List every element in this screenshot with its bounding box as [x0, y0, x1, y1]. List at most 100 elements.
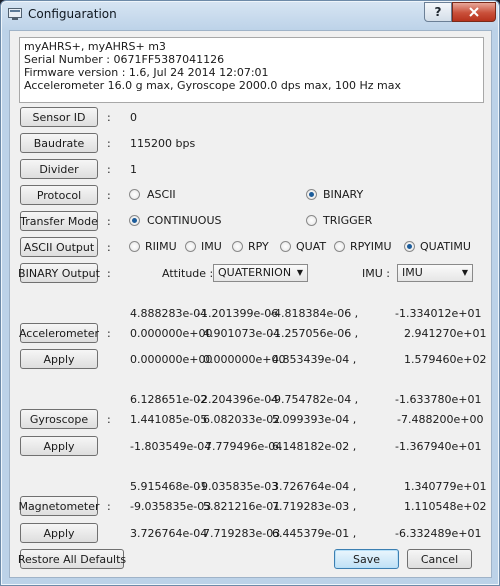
ascii-rpy-label: RPY: [248, 240, 269, 253]
mag-m11: 5.821216e-01: [203, 500, 281, 513]
colon: :: [107, 413, 111, 426]
mag-m01: -9.035835e-03: [197, 480, 279, 493]
sensor-id-value: 0: [130, 111, 137, 124]
ascii-quatimu-label: QUATIMU: [420, 240, 471, 253]
colon: :: [107, 327, 111, 340]
baudrate-button[interactable]: Baudrate: [20, 133, 98, 153]
colon: :: [107, 137, 111, 150]
device-info-box: myAHRS+, myAHRS+ m3 Serial Number : 0671…: [19, 37, 484, 103]
accel-m01: -1.201399e-06: [197, 307, 279, 320]
colon: :: [107, 500, 111, 513]
config-window: Configuaration ? myAHRS+, myAHRS+ m3 Ser…: [0, 0, 500, 586]
sensor-id-button[interactable]: Sensor ID: [20, 107, 98, 127]
transfer-continuous-label: CONTINUOUS: [147, 214, 222, 227]
accel-m20: 0.000000e+00: [130, 353, 213, 366]
accel-m02: -4.818384e-06 ,: [270, 307, 359, 320]
info-model: myAHRS+, myAHRS+ m3: [24, 40, 166, 53]
title-bar[interactable]: Configuaration ?: [1, 1, 499, 27]
close-icon: [469, 7, 479, 17]
ascii-quat-radio[interactable]: [280, 241, 291, 252]
attitude-select-value: QUATERNION: [218, 266, 292, 279]
mag-m02: 3.726764e-04 ,: [272, 480, 357, 493]
gyro-m00: 6.128651e-02: [130, 393, 208, 406]
binary-output-button[interactable]: BINARY Output: [18, 263, 100, 283]
baudrate-value: 115200 bps: [130, 137, 196, 150]
colon: :: [107, 267, 111, 280]
accel-m22: 4.853439e-04 ,: [272, 353, 357, 366]
mag-m22: 6.445379e-01 ,: [272, 527, 357, 540]
accel-b2: 1.579460e+02: [404, 353, 487, 366]
gyroscope-apply-button[interactable]: Apply: [20, 436, 98, 456]
gyro-m11: 6.082033e-02: [203, 413, 281, 426]
ascii-imu-label: IMU: [201, 240, 222, 253]
app-window-icon: [8, 8, 22, 20]
magnetometer-apply-button[interactable]: Apply: [20, 523, 98, 543]
mag-m10: -9.035835e-03: [130, 500, 212, 513]
divider-button[interactable]: Divider: [20, 159, 98, 179]
divider-value: 1: [130, 163, 137, 176]
accel-m10: 0.000000e+00: [130, 327, 213, 340]
transfer-trigger-label: TRIGGER: [323, 214, 373, 227]
ascii-riimu-radio[interactable]: [129, 241, 140, 252]
colon: :: [107, 111, 111, 124]
attitude-label: Attitude :: [162, 267, 214, 280]
ascii-rpyimu-radio[interactable]: [334, 241, 345, 252]
info-sensor-spec: Accelerometer 16.0 g max, Gyroscope 2000…: [24, 79, 401, 92]
chevron-down-icon: ▼: [461, 268, 468, 277]
accel-m11: 4.901073e-04: [203, 327, 281, 340]
restore-defaults-button[interactable]: Restore All Defaults: [18, 549, 126, 569]
protocol-ascii-label: ASCII: [147, 188, 176, 201]
gyro-m21: 7.779496e-04: [205, 440, 283, 453]
mag-m00: 5.915468e-01: [130, 480, 208, 493]
ascii-imu-radio[interactable]: [185, 241, 196, 252]
gyro-m20: -1.803549e-04: [130, 440, 212, 453]
info-serial: Serial Number : 0671FF5387041126: [24, 53, 225, 66]
transfer-mode-button[interactable]: Transfer Mode: [20, 211, 98, 231]
help-button[interactable]: ?: [424, 2, 452, 22]
mag-b0: 1.340779e+01: [404, 480, 487, 493]
ascii-output-button[interactable]: ASCII Output: [20, 237, 98, 257]
transfer-trigger-radio[interactable]: [306, 215, 317, 226]
protocol-ascii-radio[interactable]: [129, 189, 140, 200]
ascii-riimu-label: RIIMU: [145, 240, 177, 253]
mag-m12: 7.719283e-03 ,: [272, 500, 357, 513]
colon: :: [107, 163, 111, 176]
accel-m00: 4.888283e-04: [130, 307, 208, 320]
gyroscope-button[interactable]: Gyroscope: [20, 409, 98, 429]
window-title: Configuaration: [28, 7, 117, 21]
ascii-rpyimu-label: RPYIMU: [350, 240, 392, 253]
dialog-body: myAHRS+, myAHRS+ m3 Serial Number : 0671…: [9, 30, 492, 578]
gyro-b1: -7.488200e+00: [397, 413, 484, 426]
attitude-select[interactable]: QUATERNION ▼: [213, 264, 308, 282]
accel-b1: 2.941270e+01: [404, 327, 487, 340]
cancel-button[interactable]: Cancel: [407, 549, 472, 569]
imu-select[interactable]: IMU ▼: [397, 264, 473, 282]
save-button[interactable]: Save: [334, 549, 399, 569]
gyro-b2: -1.367940e+01: [395, 440, 482, 453]
accel-m12: -1.257056e-06 ,: [270, 327, 359, 340]
protocol-binary-radio[interactable]: [306, 189, 317, 200]
colon: :: [107, 215, 111, 228]
ascii-rpy-radio[interactable]: [232, 241, 243, 252]
mag-m21: 7.719283e-03: [203, 527, 281, 540]
accel-b0: -1.334012e+01: [395, 307, 482, 320]
ascii-quatimu-radio[interactable]: [404, 241, 415, 252]
close-button[interactable]: [452, 2, 496, 22]
mag-m20: 3.726764e-04: [130, 527, 208, 540]
info-firmware: Firmware version : 1.6, Jul 24 2014 12:0…: [24, 66, 269, 79]
colon: :: [107, 189, 111, 202]
mag-b2: -6.332489e+01: [395, 527, 482, 540]
protocol-binary-label: BINARY: [323, 188, 364, 201]
imu-label: IMU :: [362, 267, 390, 280]
magnetometer-button[interactable]: Magnetometer: [18, 496, 100, 516]
transfer-continuous-radio[interactable]: [129, 215, 140, 226]
gyro-m22: 6.148182e-02 ,: [272, 440, 357, 453]
gyro-m01: -2.204396e-04: [197, 393, 279, 406]
ascii-quat-label: QUAT: [296, 240, 327, 253]
protocol-button[interactable]: Protocol: [20, 185, 98, 205]
accelerometer-button[interactable]: Accelerometer: [19, 323, 99, 343]
gyro-b0: -1.633780e+01: [395, 393, 482, 406]
mag-b1: 1.110548e+02: [404, 500, 487, 513]
colon: :: [107, 241, 111, 254]
accelerometer-apply-button[interactable]: Apply: [20, 349, 98, 369]
